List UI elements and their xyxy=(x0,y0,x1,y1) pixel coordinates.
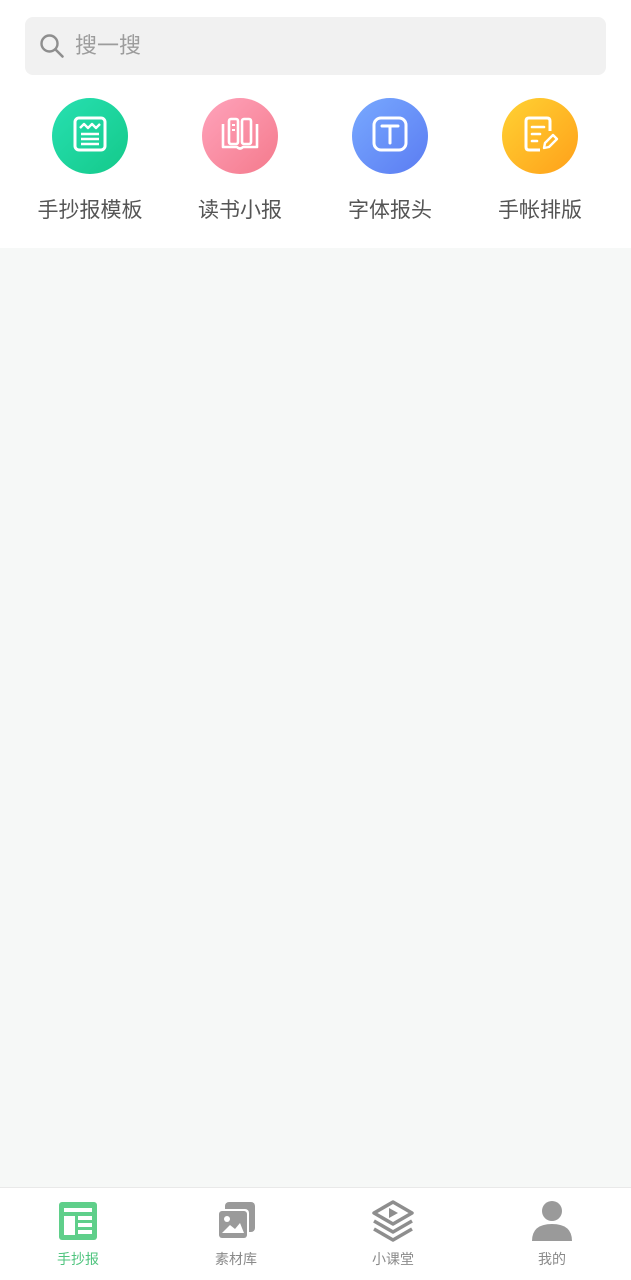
category-label: 手帐排版 xyxy=(498,198,582,222)
category-journal-layout[interactable]: 手帐排版 xyxy=(465,98,615,224)
category-icon-circle xyxy=(52,98,128,174)
category-icon-circle xyxy=(352,98,428,174)
tab-label: 我的 xyxy=(538,1252,566,1268)
category-label: 手抄报模板 xyxy=(37,198,143,222)
tab-profile[interactable]: 我的 xyxy=(477,1188,627,1280)
open-book-icon xyxy=(219,114,261,158)
category-icon-circle xyxy=(502,98,578,174)
tab-classroom[interactable]: 小课堂 xyxy=(318,1188,468,1280)
search-icon xyxy=(39,33,65,59)
bottom-tab-bar: 手抄报 素材库 小课堂 我的 xyxy=(0,1187,631,1280)
user-icon xyxy=(530,1199,574,1243)
tab-label: 手抄报 xyxy=(57,1252,99,1268)
category-reading-report[interactable]: 读书小报 xyxy=(165,98,315,224)
tab-label: 素材库 xyxy=(215,1252,257,1268)
tab-newspaper[interactable]: 手抄报 xyxy=(3,1188,153,1280)
category-grid: 手抄报模板 读书小报 字体报头 手帐排版 xyxy=(0,98,631,238)
category-newspaper-template[interactable]: 手抄报模板 xyxy=(15,98,165,224)
newspaper-tab-icon xyxy=(56,1199,100,1243)
gallery-icon xyxy=(214,1199,258,1243)
tab-materials[interactable]: 素材库 xyxy=(161,1188,311,1280)
text-t-icon xyxy=(370,114,410,158)
tab-label: 小课堂 xyxy=(372,1252,414,1268)
newspaper-icon xyxy=(70,114,110,158)
top-panel: 手抄报模板 读书小报 xyxy=(0,0,631,248)
category-label: 字体报头 xyxy=(348,198,432,222)
category-font-header[interactable]: 字体报头 xyxy=(315,98,465,224)
search-input[interactable] xyxy=(75,33,555,59)
search-bar[interactable] xyxy=(25,17,606,75)
play-class-icon xyxy=(371,1199,415,1243)
note-edit-icon xyxy=(520,114,560,158)
category-icon-circle xyxy=(202,98,278,174)
category-label: 读书小报 xyxy=(198,198,282,222)
